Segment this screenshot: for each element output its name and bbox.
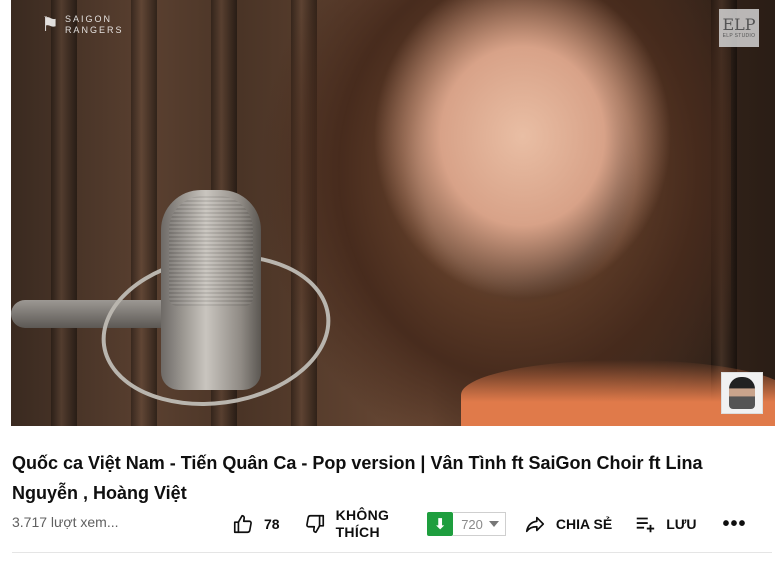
microphone-grille — [169, 196, 253, 306]
download-arrow-icon: ⬇ — [427, 512, 454, 536]
caret-down-icon — [488, 521, 499, 527]
elp-studio-logo: ELP ELP STUDIO — [719, 9, 759, 47]
share-label: CHIA SẺ — [555, 516, 613, 532]
more-icon[interactable]: ••• — [722, 513, 746, 536]
channel-watermark-thumbnail[interactable] — [721, 372, 763, 414]
dislike-label-line-1: KHÔNG — [335, 507, 390, 523]
elp-logo-mark: ELP — [722, 15, 756, 34]
share-button[interactable]: CHIA SẺ — [524, 513, 612, 535]
dislike-button[interactable]: KHÔNG THÍCH — [304, 507, 390, 541]
save-button[interactable]: LƯU — [634, 513, 696, 535]
like-button[interactable]: 78 — [232, 513, 280, 535]
thumbs-up-icon — [233, 514, 252, 534]
view-count[interactable]: 3.717 lượt xem... — [12, 514, 118, 530]
thumbs-down-icon — [305, 514, 324, 534]
saigon-rangers-logo: ⚑ SAIGON RANGERS — [41, 14, 123, 36]
save-label: LƯU — [666, 516, 697, 532]
share-icon — [525, 516, 544, 533]
logo-line-1: SAIGON — [64, 14, 112, 24]
logo-line-2: RANGERS — [64, 25, 124, 35]
background-panel — [51, 0, 77, 426]
divider — [12, 552, 772, 553]
dislike-label-line-2: THÍCH — [335, 524, 380, 540]
download-quality-select[interactable]: 720 — [453, 512, 506, 536]
action-bar: 78 KHÔNG THÍCH ⬇ 720 CHIA SẺ LƯU ••• — [232, 506, 746, 542]
download-button[interactable]: ⬇ 720 — [427, 512, 506, 536]
like-count: 78 — [264, 516, 280, 532]
person-figure-icon — [729, 377, 755, 409]
video-player[interactable]: ⚑ SAIGON RANGERS ELP ELP STUDIO — [11, 0, 775, 426]
playlist-add-icon — [636, 517, 655, 533]
elp-logo-label: ELP STUDIO — [722, 33, 756, 39]
rangers-mark-icon: ⚑ — [41, 14, 59, 36]
download-quality-value: 720 — [461, 516, 483, 532]
video-title: Quốc ca Việt Nam - Tiến Quân Ca - Pop ve… — [12, 453, 703, 503]
